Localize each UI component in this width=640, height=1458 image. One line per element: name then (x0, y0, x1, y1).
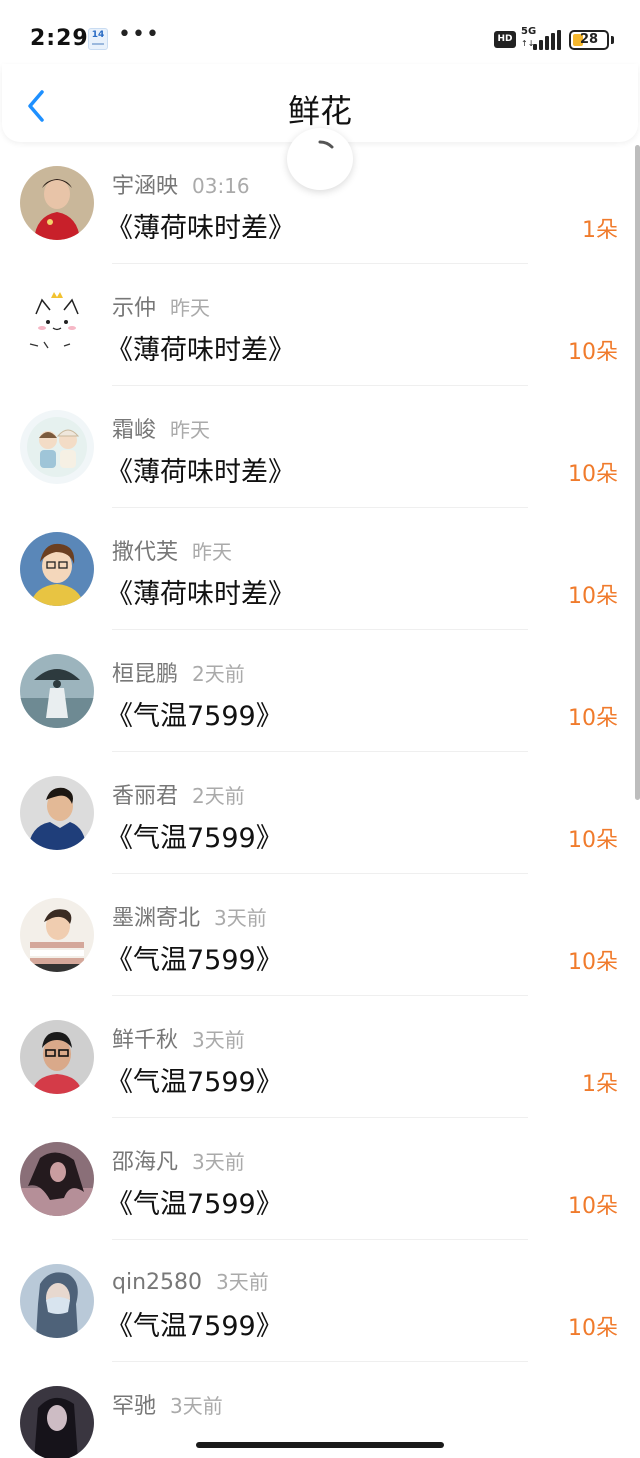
item-title[interactable]: 《气温7599》 (106, 816, 283, 855)
flower-count: 10朵 (568, 1316, 618, 1341)
item-title[interactable]: 《气温7599》 (106, 1304, 283, 1343)
user-name[interactable]: 鲜千秋 (112, 1028, 178, 1053)
avatar[interactable] (20, 288, 94, 362)
user-name[interactable]: 罕驰 (112, 1394, 156, 1419)
user-name[interactable]: qin2580 (112, 1270, 202, 1295)
avatar[interactable] (20, 166, 94, 240)
user-name[interactable]: 霜峻 (112, 418, 156, 443)
refresh-spinner-icon (287, 128, 353, 190)
item-title[interactable]: 《气温7599》 (106, 694, 283, 733)
item-time: 2天前 (192, 662, 245, 686)
scrollbar[interactable] (635, 145, 640, 800)
avatar[interactable] (20, 1264, 94, 1338)
item-time: 3天前 (192, 1028, 245, 1052)
avatar[interactable] (20, 776, 94, 850)
user-name[interactable]: 撒代芙 (112, 540, 178, 565)
flower-count: 10朵 (568, 1194, 618, 1219)
item-time: 2天前 (192, 784, 245, 808)
list-item[interactable]: 示仲 昨天 《薄荷味时差》 10朵 (0, 264, 640, 386)
item-title[interactable]: 《气温7599》 (106, 1060, 283, 1099)
list-item[interactable]: 霜峻 昨天 《薄荷味时差》 10朵 (0, 386, 640, 508)
item-time: 昨天 (192, 540, 233, 564)
item-title[interactable]: 《气温7599》 (106, 1182, 283, 1221)
user-name[interactable]: 示仲 (112, 296, 156, 321)
item-time: 3天前 (216, 1270, 269, 1294)
page-title: 鲜花 (287, 92, 352, 130)
flower-count: 10朵 (568, 706, 618, 731)
flower-count: 1朵 (582, 218, 618, 243)
item-title[interactable]: 《薄荷味时差》 (106, 328, 295, 367)
more-notifications-icon: ••• (118, 22, 160, 47)
flower-count: 10朵 (568, 584, 618, 609)
item-title[interactable]: 《薄荷味时差》 (106, 450, 295, 489)
home-indicator[interactable] (196, 1442, 444, 1448)
list-item[interactable]: 香丽君 2天前 《气温7599》 10朵 (0, 752, 640, 874)
flower-count: 10朵 (568, 462, 618, 487)
item-title[interactable]: 《薄荷味时差》 (106, 572, 295, 611)
flower-count: 1朵 (582, 1072, 618, 1097)
screen: 2:29 14 ••• HD 5G ↑↓ 28 鲜花 宇涵映 03:16 《薄荷… (0, 0, 640, 1458)
list-item[interactable]: 桓昆鹏 2天前 《气温7599》 10朵 (0, 630, 640, 752)
user-name[interactable]: 邵海凡 (112, 1150, 178, 1175)
item-time: 昨天 (170, 418, 211, 442)
avatar[interactable] (20, 1142, 94, 1216)
item-title[interactable]: 《气温7599》 (106, 938, 283, 977)
user-name[interactable]: 桓昆鹏 (112, 662, 178, 687)
flower-gift-list: 宇涵映 03:16 《薄荷味时差》 1朵 示仲 昨天 《薄荷味时差》 10朵 霜峻昨… (0, 142, 640, 1458)
avatar[interactable] (20, 654, 94, 728)
avatar[interactable] (20, 898, 94, 972)
battery-percent: 28 (579, 32, 599, 47)
calendar-day: 14 (91, 30, 105, 40)
flower-count: 10朵 (568, 828, 618, 853)
item-time: 昨天 (170, 296, 211, 320)
list-item[interactable]: 墨渊寄北 3天前 《气温7599》 10朵 (0, 874, 640, 996)
flower-count: 10朵 (568, 950, 618, 975)
item-title[interactable]: 《薄荷味时差》 (106, 206, 295, 245)
user-name[interactable]: 香丽君 (112, 784, 178, 809)
item-time: 3天前 (192, 1150, 245, 1174)
flower-count: 10朵 (568, 340, 618, 365)
avatar[interactable] (20, 410, 94, 484)
signal-icon (533, 30, 561, 50)
calendar-icon: 14 (88, 28, 108, 50)
status-time: 2:29 (30, 26, 89, 51)
avatar[interactable] (20, 532, 94, 606)
user-name[interactable]: 墨渊寄北 (112, 906, 200, 931)
list-item[interactable]: 撒代芙 昨天 《薄荷味时差》 10朵 (0, 508, 640, 630)
item-time: 3天前 (170, 1394, 223, 1418)
list-item[interactable]: 邵海凡 3天前 《气温7599》 10朵 (0, 1118, 640, 1240)
item-time: 3天前 (214, 906, 267, 930)
battery-icon: 28 (569, 30, 609, 50)
item-time: 03:16 (192, 174, 250, 198)
avatar[interactable] (20, 1386, 94, 1458)
list-item[interactable]: qin2580 3天前 《气温7599》 10朵 (0, 1240, 640, 1362)
avatar[interactable] (20, 1020, 94, 1094)
user-name[interactable]: 宇涵映 (112, 174, 178, 199)
hd-icon: HD (494, 31, 516, 48)
list-item[interactable]: 鲜千秋 3天前 《气温7599》 1朵 (0, 996, 640, 1118)
